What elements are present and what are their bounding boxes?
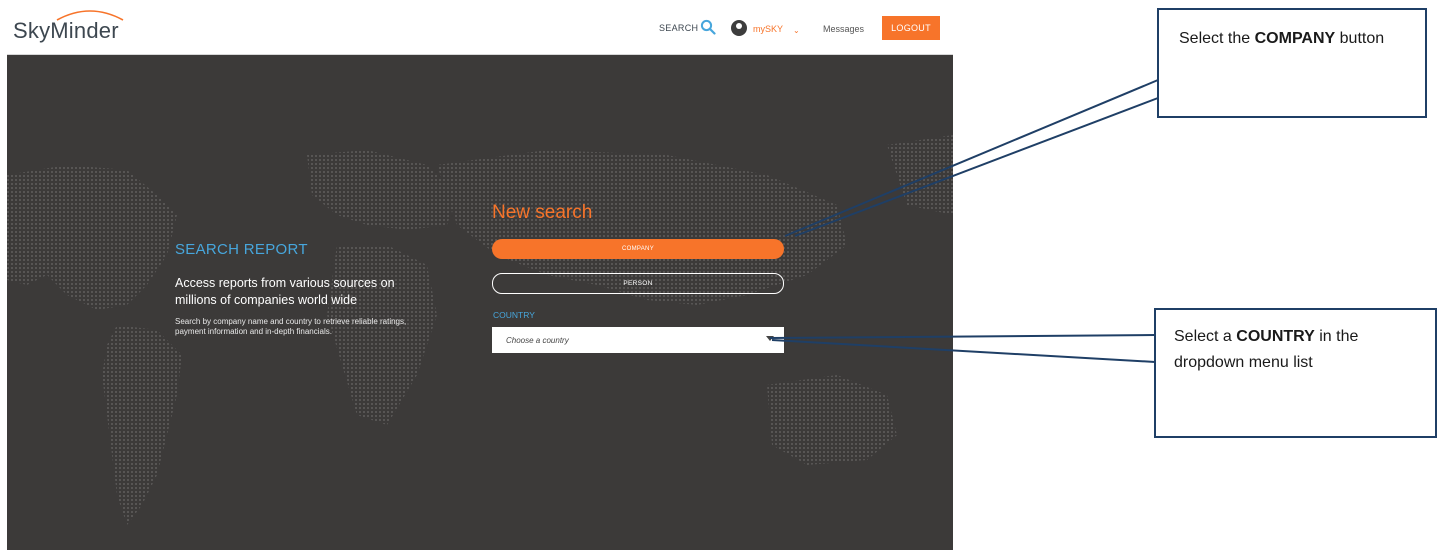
country-connector-line-lower xyxy=(771,339,1156,363)
callout-company-prefix: Select the xyxy=(1179,30,1255,47)
company-connector-line-lower xyxy=(794,97,1159,237)
callout-country-emphasis: COUNTRY xyxy=(1236,328,1315,345)
company-instruction-callout: Select the COMPANY button xyxy=(1157,8,1427,118)
country-connector-line-upper xyxy=(769,334,1156,339)
callout-country-prefix: Select a xyxy=(1174,328,1237,345)
country-instruction-callout: Select a COUNTRY in the dropdown menu li… xyxy=(1154,308,1437,438)
callout-company-suffix: button xyxy=(1335,30,1385,47)
company-connector-line-upper xyxy=(784,79,1159,237)
callout-company-emphasis: COMPANY xyxy=(1254,30,1336,47)
